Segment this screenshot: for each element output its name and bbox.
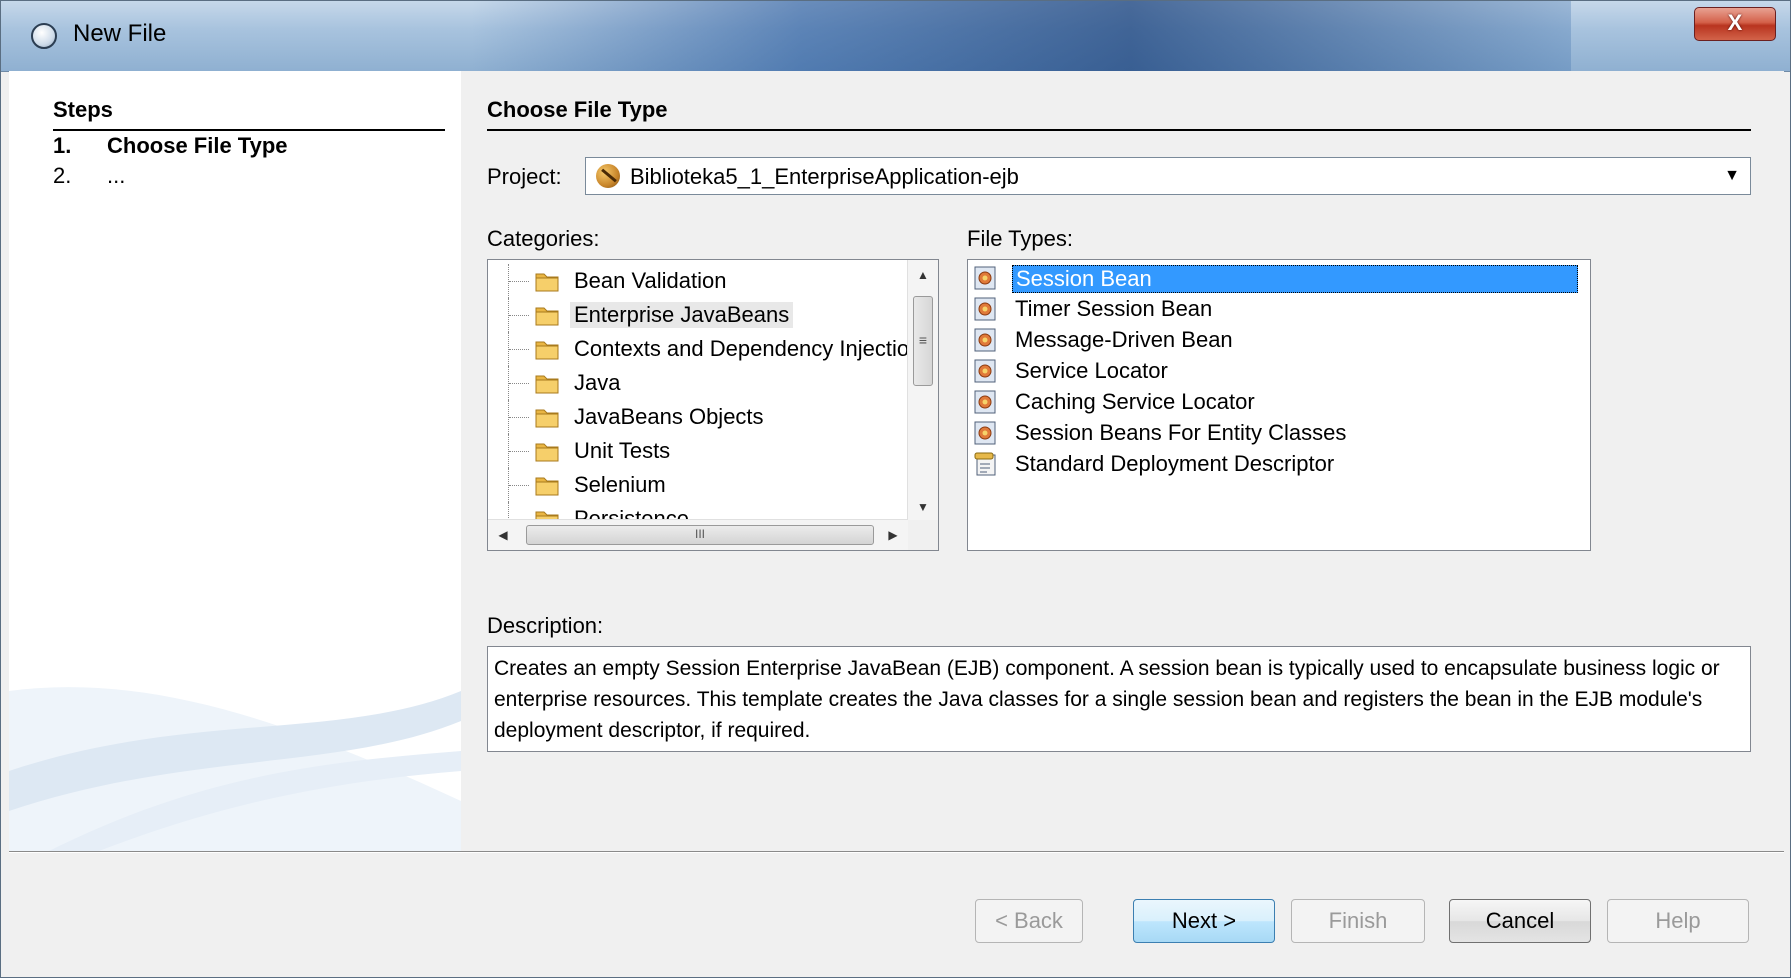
file-type-item[interactable]: Service Locator xyxy=(968,355,1588,389)
bean-file-icon xyxy=(974,266,996,290)
file-type-item[interactable]: Session Beans For Entity Classes xyxy=(968,417,1588,451)
title-bar-glass xyxy=(471,1,1571,71)
category-item[interactable]: Bean Validation xyxy=(488,264,908,298)
categories-vertical-scrollbar[interactable]: ▲ ≡ ▼ xyxy=(907,260,938,520)
bean-file-icon xyxy=(974,390,996,414)
scroll-down-icon[interactable]: ▼ xyxy=(908,494,938,520)
bean-file-icon xyxy=(974,328,996,352)
file-type-item-selected[interactable]: Session Bean xyxy=(968,262,1588,296)
tree-connector xyxy=(508,434,529,468)
main-panel: Choose File Type Project: Biblioteka5_1_… xyxy=(461,71,1784,851)
chevron-down-icon[interactable]: ▼ xyxy=(1714,158,1750,194)
ejb-project-icon xyxy=(596,164,620,188)
file-type-label: Message-Driven Bean xyxy=(1015,327,1233,352)
step-label: ... xyxy=(107,163,126,188)
file-type-item[interactable]: Message-Driven Bean xyxy=(968,324,1588,358)
folder-icon xyxy=(535,477,559,496)
file-type-label: Session Bean xyxy=(1012,265,1578,293)
category-item-selected[interactable]: Enterprise JavaBeans xyxy=(488,298,908,332)
file-type-item[interactable]: Timer Session Bean xyxy=(968,293,1588,327)
step-number: 2. xyxy=(53,163,72,188)
finish-button[interactable]: Finish xyxy=(1291,899,1425,943)
tree-connector xyxy=(508,468,529,502)
steps-heading: Steps xyxy=(53,97,445,131)
page-title: Choose File Type xyxy=(487,97,1751,131)
step-number: 1. xyxy=(53,133,72,158)
description-label: Description: xyxy=(487,613,604,638)
file-type-label: Session Beans For Entity Classes xyxy=(1015,420,1347,445)
folder-icon xyxy=(535,409,559,428)
category-item[interactable]: Java xyxy=(488,366,908,400)
file-types-list[interactable]: Session Bean Timer Session Bean Message-… xyxy=(967,259,1591,551)
scroll-corner xyxy=(908,520,938,550)
netbeans-cube-icon xyxy=(31,23,57,49)
category-label: Unit Tests xyxy=(574,438,671,463)
category-item[interactable]: Selenium xyxy=(488,468,908,502)
close-button[interactable]: X xyxy=(1694,7,1776,41)
category-item[interactable]: Contexts and Dependency Injection xyxy=(488,332,921,366)
categories-list[interactable]: Bean Validation Enterprise JavaBeans Con… xyxy=(487,259,939,551)
file-type-label: Standard Deployment Descriptor xyxy=(1015,451,1335,476)
category-label: Java xyxy=(574,370,621,395)
project-label: Project: xyxy=(487,164,562,189)
scroll-thumb[interactable]: III xyxy=(526,525,874,545)
cancel-button[interactable]: Cancel xyxy=(1449,899,1591,943)
scroll-thumb[interactable]: ≡ xyxy=(913,296,933,386)
window-title: New File xyxy=(73,20,167,47)
tree-connector xyxy=(508,366,529,400)
file-types-label: File Types: xyxy=(967,226,1073,251)
folder-icon xyxy=(535,443,559,462)
categories-horizontal-scrollbar[interactable]: ◀ III ▶ xyxy=(488,519,908,550)
scroll-left-icon[interactable]: ◀ xyxy=(488,520,518,550)
back-button[interactable]: < Back xyxy=(975,899,1083,943)
project-select[interactable]: Biblioteka5_1_EnterpriseApplication-ejb … xyxy=(585,157,1751,195)
category-label: JavaBeans Objects xyxy=(574,404,764,429)
scroll-up-icon[interactable]: ▲ xyxy=(908,262,938,288)
scroll-right-icon[interactable]: ▶ xyxy=(878,520,908,550)
title-bar[interactable]: New File X xyxy=(1,1,1790,72)
tree-connector xyxy=(508,264,529,298)
folder-icon xyxy=(535,307,559,326)
category-label: Enterprise JavaBeans xyxy=(570,302,794,328)
category-item[interactable]: JavaBeans Objects xyxy=(488,400,908,434)
category-label: Contexts and Dependency Injection xyxy=(574,336,922,361)
decorative-swoosh xyxy=(9,687,461,851)
description-text: Creates an empty Session Enterprise Java… xyxy=(494,657,1720,742)
footer-separator xyxy=(9,851,1784,853)
tree-connector xyxy=(508,332,529,366)
file-type-label: Timer Session Bean xyxy=(1015,296,1213,321)
new-file-dialog: New File X Steps 1. Choose File Type 2...… xyxy=(0,0,1791,978)
tree-connector xyxy=(508,400,529,434)
folder-icon xyxy=(535,375,559,394)
step-label: Choose File Type xyxy=(107,133,288,158)
tree-connector xyxy=(508,298,529,332)
steps-panel: Steps 1. Choose File Type 2.... xyxy=(9,71,461,851)
step-1: 1. Choose File Type xyxy=(53,133,288,159)
file-type-label: Caching Service Locator xyxy=(1015,389,1255,414)
step-2: 2.... xyxy=(53,163,125,189)
close-icon: X xyxy=(1727,10,1743,35)
file-type-label: Service Locator xyxy=(1015,358,1168,383)
category-label: Selenium xyxy=(574,472,666,497)
folder-icon xyxy=(535,273,559,292)
file-type-item[interactable]: Standard Deployment Descriptor xyxy=(968,448,1588,482)
description-box: Creates an empty Session Enterprise Java… xyxy=(487,646,1751,752)
category-label: Bean Validation xyxy=(574,268,727,293)
category-item[interactable]: Unit Tests xyxy=(488,434,908,468)
next-button[interactable]: Next > xyxy=(1133,899,1275,943)
help-button[interactable]: Help xyxy=(1607,899,1749,943)
folder-icon xyxy=(535,341,559,360)
bean-file-icon xyxy=(974,359,996,383)
bean-file-icon xyxy=(974,421,996,445)
categories-label: Categories: xyxy=(487,226,600,251)
file-type-item[interactable]: Caching Service Locator xyxy=(968,386,1588,420)
bean-file-icon xyxy=(974,297,996,321)
descriptor-file-icon xyxy=(974,452,996,476)
project-value: Biblioteka5_1_EnterpriseApplication-ejb xyxy=(630,164,1019,189)
